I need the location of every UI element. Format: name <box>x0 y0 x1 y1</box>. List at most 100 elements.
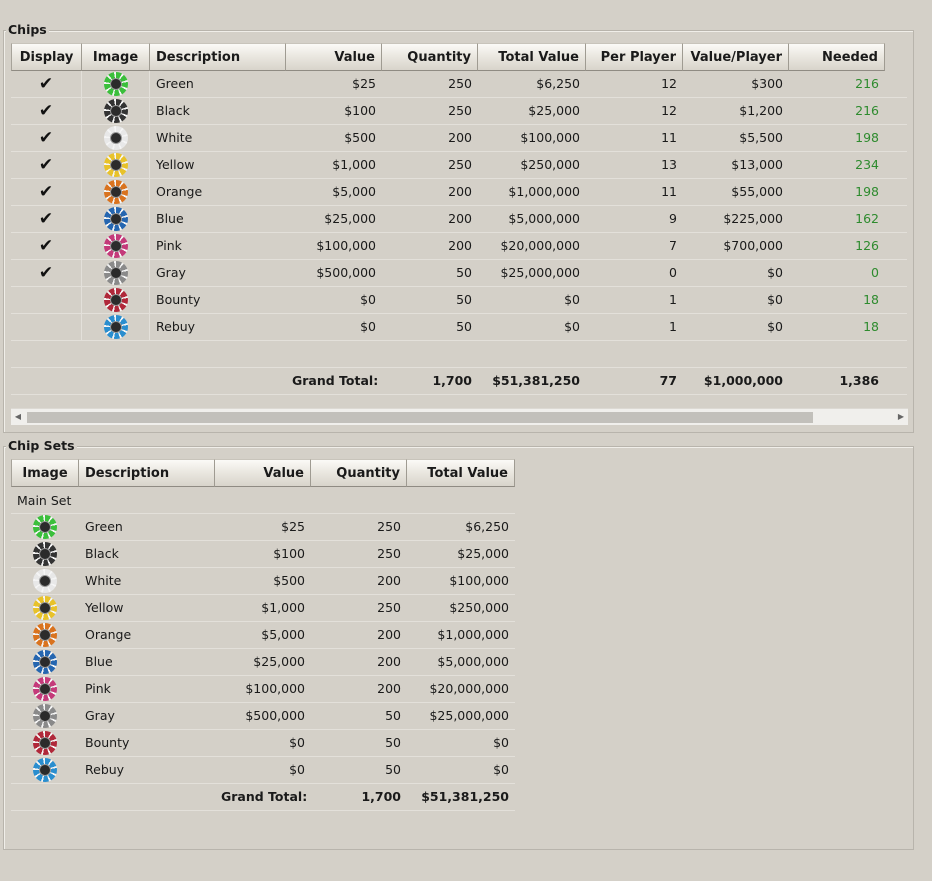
cell-total: $1,000,000 <box>508 184 580 199</box>
group-label-main-set[interactable]: Main Set <box>11 487 515 514</box>
table-row[interactable]: ✔ Pink $100,000 200 $20,000,000 7 $700,000 126 <box>11 233 907 260</box>
table-row[interactable]: Yellow $1,000 250 $250,000 <box>11 595 515 622</box>
cell-needed: 198 <box>855 184 879 199</box>
cell-total: $100,000 <box>520 130 580 145</box>
table-row[interactable]: ✔ Orange $5,000 200 $1,000,000 11 $55,000 198 <box>11 179 907 206</box>
column-header-value-player[interactable]: Value/Player <box>683 43 789 71</box>
column-header-image[interactable]: Image <box>11 459 79 487</box>
cell-description: White <box>85 573 122 588</box>
cell-value: $25 <box>281 519 305 534</box>
cell-value: $25,000 <box>324 211 376 226</box>
table-row[interactable]: Pink $100,000 200 $20,000,000 <box>11 676 515 703</box>
table-row[interactable]: ✔ Green $25 250 $6,250 12 $300 216 <box>11 71 907 98</box>
image-cell <box>82 233 150 259</box>
display-checkmark[interactable]: ✔ <box>11 260 82 286</box>
cell-total: $0 <box>493 735 509 750</box>
cell-per-player: 13 <box>661 157 677 172</box>
cell-value-player: $55,000 <box>731 184 783 199</box>
chips-horizontal-scrollbar[interactable]: ◀ ▶ <box>11 408 908 425</box>
scroll-right-arrow-icon[interactable]: ▶ <box>894 409 908 425</box>
cell-description: Gray <box>156 265 186 280</box>
column-header-value[interactable]: Value <box>286 43 382 71</box>
column-header-value[interactable]: Value <box>215 459 311 487</box>
cell-needed: 216 <box>855 76 879 91</box>
column-header-quantity[interactable]: Quantity <box>382 43 478 71</box>
chip-sets-grid[interactable]: Image Description Value Quantity Total Value… <box>11 459 515 811</box>
column-header-total-value[interactable]: Total Value <box>478 43 586 71</box>
cell-total: $25,000 <box>457 546 509 561</box>
cell-per-player: 12 <box>661 76 677 91</box>
column-header-per-player[interactable]: Per Player <box>586 43 683 71</box>
grand-total-cell: 1,386 <box>839 373 879 388</box>
cell-quantity: 250 <box>377 546 401 561</box>
table-row[interactable]: Bounty $0 50 $0 1 $0 18 <box>11 287 907 314</box>
chips-grid[interactable]: Display Image Description Value Quantity Tota… <box>11 43 907 395</box>
display-checkmark[interactable]: ✔ <box>11 152 82 178</box>
table-row[interactable]: Blue $25,000 200 $5,000,000 <box>11 649 515 676</box>
table-row[interactable]: Green $25 250 $6,250 <box>11 514 515 541</box>
cell-value: $5,000 <box>261 627 305 642</box>
blue-chip-icon <box>33 649 57 674</box>
display-checkmark[interactable]: ✔ <box>11 233 82 259</box>
table-row[interactable]: Rebuy $0 50 $0 1 $0 18 <box>11 314 907 341</box>
scroll-left-arrow-icon[interactable]: ◀ <box>11 409 25 425</box>
column-header-description[interactable]: Description <box>150 43 286 71</box>
cell-per-player: 1 <box>669 319 677 334</box>
grand-total-row: Grand Total: 1,700 $51,381,250 77 $1,000,000… <box>11 368 907 395</box>
table-row[interactable]: ✔ White $500 200 $100,000 11 $5,500 198 <box>11 125 907 152</box>
display-checkmark[interactable]: ✔ <box>11 179 82 205</box>
column-header-description[interactable]: Description <box>79 459 215 487</box>
table-row[interactable]: ✔ Blue $25,000 200 $5,000,000 9 $225,000 162 <box>11 206 907 233</box>
column-header-total-value[interactable]: Total Value <box>407 459 515 487</box>
column-header-image[interactable]: Image <box>82 43 150 71</box>
cell-quantity: 200 <box>377 627 401 642</box>
cell-value: $1,000 <box>261 600 305 615</box>
cell-total: $6,250 <box>465 519 509 534</box>
cell-per-player: 0 <box>669 265 677 280</box>
table-row[interactable]: Rebuy $0 50 $0 <box>11 757 515 784</box>
cell-description: Gray <box>85 708 115 723</box>
table-row[interactable]: ✔ Black $100 250 $25,000 12 $1,200 216 <box>11 98 907 125</box>
table-row[interactable]: ✔ Gray $500,000 50 $25,000,000 0 $0 0 <box>11 260 907 287</box>
image-cell <box>82 152 150 178</box>
image-cell <box>11 568 79 594</box>
display-checkmark[interactable] <box>11 314 82 340</box>
cell-quantity: 200 <box>377 681 401 696</box>
display-checkmark[interactable]: ✔ <box>11 98 82 124</box>
display-checkmark[interactable] <box>11 287 82 313</box>
chips-group-title: Chips <box>6 22 49 37</box>
grand-total-spacer <box>11 784 215 810</box>
cell-total: $0 <box>564 319 580 334</box>
display-checkmark[interactable]: ✔ <box>11 125 82 151</box>
chips-group: Chips Display Image Description Value Quanti… <box>3 22 914 433</box>
display-checkmark[interactable]: ✔ <box>11 206 82 232</box>
image-cell <box>82 314 150 340</box>
table-row[interactable]: Black $100 250 $25,000 <box>11 541 515 568</box>
cell-description: Bounty <box>156 292 201 307</box>
pink-chip-icon <box>103 233 128 258</box>
chip-sets-group-title: Chip Sets <box>6 438 77 453</box>
image-cell <box>11 676 79 702</box>
column-header-needed[interactable]: Needed <box>789 43 885 71</box>
cell-description: White <box>156 130 193 145</box>
image-cell <box>11 703 79 729</box>
table-row[interactable]: Gray $500,000 50 $25,000,000 <box>11 703 515 730</box>
image-cell <box>11 649 79 675</box>
cell-quantity: 250 <box>377 600 401 615</box>
white-chip-icon <box>33 568 57 593</box>
table-row[interactable]: White $500 200 $100,000 <box>11 568 515 595</box>
image-cell <box>82 98 150 124</box>
column-header-quantity[interactable]: Quantity <box>311 459 407 487</box>
display-checkmark[interactable]: ✔ <box>11 71 82 97</box>
cell-needed: 18 <box>863 292 879 307</box>
image-cell <box>82 125 150 151</box>
cell-description: Yellow <box>85 600 124 615</box>
table-row[interactable]: Bounty $0 50 $0 <box>11 730 515 757</box>
green-chip-icon <box>103 71 128 96</box>
column-header-display[interactable]: Display <box>11 43 82 71</box>
table-row[interactable]: Orange $5,000 200 $1,000,000 <box>11 622 515 649</box>
cell-per-player: 12 <box>661 103 677 118</box>
image-cell <box>82 179 150 205</box>
table-row[interactable]: ✔ Yellow $1,000 250 $250,000 13 $13,000 234 <box>11 152 907 179</box>
scrollbar-thumb[interactable] <box>27 412 813 423</box>
